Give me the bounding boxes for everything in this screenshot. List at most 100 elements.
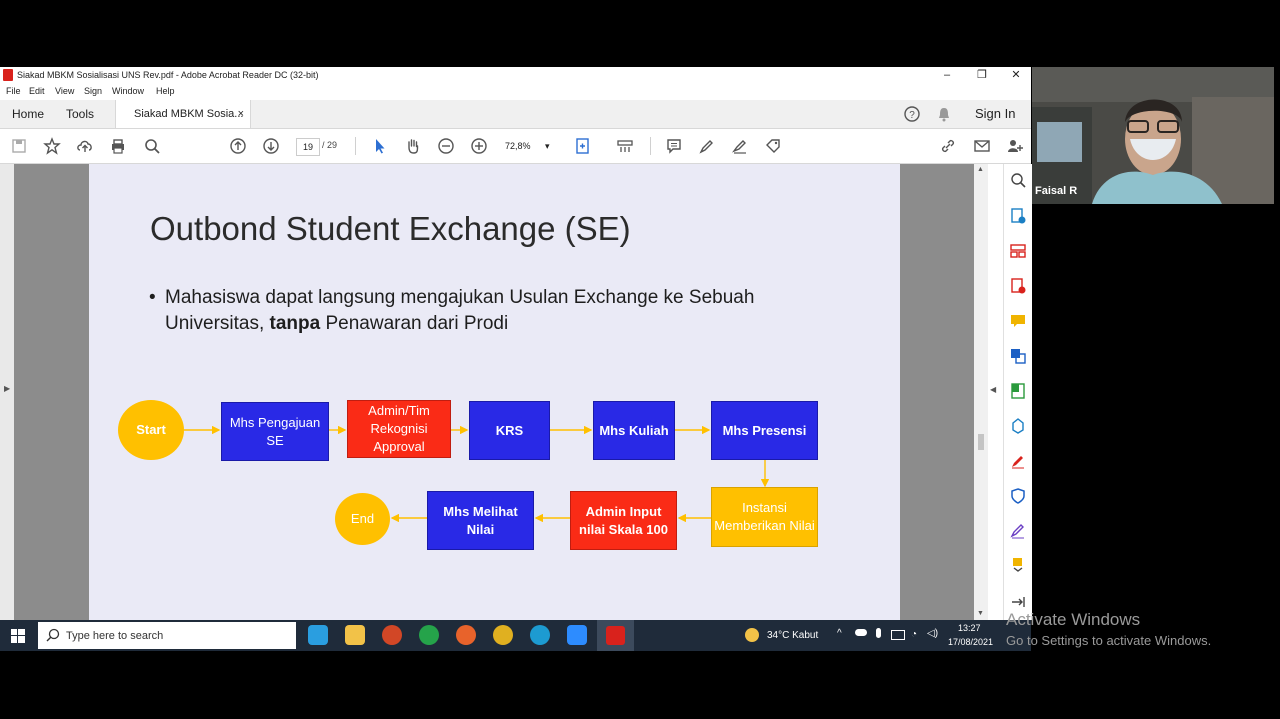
combine-files-icon[interactable] <box>1010 348 1026 364</box>
zoom-in-icon[interactable] <box>470 137 488 155</box>
tab-document-label: Siakad MBKM Sosia... <box>134 108 244 120</box>
hand-tool-icon[interactable] <box>404 137 422 155</box>
menu-file[interactable]: File <box>6 86 21 96</box>
chevron-up-icon[interactable]: ^ <box>837 628 842 639</box>
expand-left-panel-icon[interactable]: ▶ <box>4 384 10 393</box>
link-icon[interactable] <box>939 137 957 155</box>
protect-shield-icon[interactable] <box>1010 488 1026 504</box>
taskbar-search-box[interactable]: Type here to search <box>38 622 296 649</box>
star-icon[interactable] <box>43 137 61 155</box>
zoom-level-value: 72,8% <box>505 141 531 151</box>
menu-window[interactable]: Window <box>112 86 144 96</box>
scrollbar-thumb[interactable] <box>978 434 984 450</box>
document-view: Outbond Student Exchange (SE) • Mahasisw… <box>14 164 974 620</box>
page-number-input[interactable]: 19 <box>296 138 320 156</box>
select-cursor-icon[interactable] <box>371 137 389 155</box>
tab-document[interactable]: Siakad MBKM Sosia... × <box>115 100 251 128</box>
toolbar-divider <box>650 137 651 155</box>
highlight-pen-icon[interactable] <box>698 137 716 155</box>
file-explorer-icon[interactable] <box>345 625 365 645</box>
flow-node-krs: KRS <box>469 401 550 460</box>
comment-icon[interactable] <box>665 137 683 155</box>
menu-edit[interactable]: Edit <box>29 86 45 96</box>
flow-arrows <box>184 425 770 523</box>
cloud-icon[interactable] <box>855 629 867 636</box>
volume-icon[interactable]: ◁) <box>927 628 938 639</box>
flow-node-melihat-nilai: Mhs Melihat Nilai <box>427 491 534 550</box>
network-icon[interactable] <box>891 630 905 640</box>
acrobat-icon <box>606 626 625 645</box>
zoom-out-icon[interactable] <box>437 137 455 155</box>
help-icon[interactable]: ? <box>904 106 920 122</box>
window-title: Siakad MBKM Sosialisasi UNS Rev.pdf - Ad… <box>17 70 319 80</box>
chat-app-icon[interactable] <box>419 625 439 645</box>
title-bar: Siakad MBKM Sosialisasi UNS Rev.pdf - Ad… <box>0 67 1031 84</box>
fill-sign-icon[interactable] <box>1010 453 1026 469</box>
wifi-icon[interactable]: ◔ <box>911 629 917 640</box>
left-panel-collapsed: ▶ <box>0 164 14 620</box>
webcam-video <box>1032 67 1274 204</box>
minimize-button[interactable]: – <box>930 67 964 84</box>
vertical-scrollbar[interactable]: ▲ ▼ <box>974 164 988 620</box>
scroll-up-icon[interactable]: ▲ <box>977 166 984 173</box>
toolbar-divider <box>355 137 356 155</box>
collapse-right-panel-icon[interactable]: ◀ <box>990 385 996 394</box>
chevron-down-icon: ▾ <box>545 141 550 151</box>
comment-tool-icon[interactable] <box>1010 313 1026 329</box>
flow-node-presensi: Mhs Presensi <box>711 401 818 460</box>
bell-icon[interactable] <box>936 106 952 122</box>
menu-help[interactable]: Help <box>156 86 175 96</box>
firefox-icon[interactable] <box>456 625 476 645</box>
windows-start-icon[interactable] <box>11 629 25 643</box>
page-fit-icon[interactable] <box>574 137 592 155</box>
clock-date[interactable]: 17/08/2021 <box>948 637 993 647</box>
cloud-upload-icon[interactable] <box>76 137 94 155</box>
search-placeholder: Type here to search <box>66 630 164 642</box>
acrobat-taskbar-active[interactable] <box>597 620 634 651</box>
microphone-icon[interactable] <box>876 628 881 638</box>
telegram-icon[interactable] <box>308 625 328 645</box>
scroll-down-icon[interactable]: ▼ <box>977 610 984 617</box>
tab-close-button[interactable]: × <box>238 100 244 128</box>
participant-name: Faisal R <box>1035 185 1078 197</box>
toolbar: 19 / 29 72,8% ▾ <box>0 129 1031 164</box>
edge-icon[interactable] <box>530 625 550 645</box>
previous-page-icon[interactable] <box>229 137 247 155</box>
edit-excel-icon[interactable] <box>1010 383 1026 399</box>
organize-pages-icon[interactable] <box>1010 243 1026 259</box>
search-icon[interactable] <box>143 137 161 155</box>
powerpoint-icon[interactable] <box>382 625 402 645</box>
create-pdf-icon[interactable] <box>1010 278 1026 294</box>
zoom-app-icon[interactable] <box>567 625 587 645</box>
flow-node-admin-approval: Admin/Tim Rekognisi Approval <box>347 400 451 458</box>
add-user-icon[interactable] <box>1006 137 1024 155</box>
acrobat-window: Siakad MBKM Sosialisasi UNS Rev.pdf - Ad… <box>0 67 1032 650</box>
request-signature-icon[interactable] <box>1010 523 1026 539</box>
clock-time[interactable]: 13:27 <box>958 623 981 633</box>
more-tools-icon[interactable] <box>1010 557 1026 573</box>
next-page-icon[interactable] <box>262 137 280 155</box>
acrobat-logo-icon <box>3 69 13 81</box>
menu-sign[interactable]: Sign <box>84 86 102 96</box>
weather-text[interactable]: 34°C Kabut <box>767 630 818 641</box>
weather-icon[interactable] <box>745 628 759 642</box>
zoom-level-select[interactable]: 72,8% ▾ <box>505 138 553 154</box>
tab-tools[interactable]: Tools <box>66 100 94 128</box>
print-icon[interactable] <box>109 137 127 155</box>
flow-node-kuliah: Mhs Kuliah <box>593 401 675 460</box>
export-pdf-icon[interactable] <box>1010 208 1026 224</box>
tab-home[interactable]: Home <box>12 100 44 128</box>
sign-in-button[interactable]: Sign In <box>975 100 1015 128</box>
stamp-icon[interactable] <box>764 137 782 155</box>
menu-view[interactable]: View <box>55 86 74 96</box>
restore-button[interactable]: ❐ <box>965 67 999 84</box>
collapse-pane-icon[interactable] <box>1010 594 1026 610</box>
close-button[interactable]: ✕ <box>999 67 1033 84</box>
zoom-search-icon[interactable] <box>1010 172 1026 188</box>
erase-sign-icon[interactable] <box>731 137 749 155</box>
email-icon[interactable] <box>973 137 991 155</box>
scan-ocr-icon[interactable] <box>1010 418 1026 434</box>
chrome-icon[interactable] <box>493 625 513 645</box>
save-icon[interactable] <box>10 137 28 155</box>
scroll-mode-icon[interactable] <box>616 137 634 155</box>
